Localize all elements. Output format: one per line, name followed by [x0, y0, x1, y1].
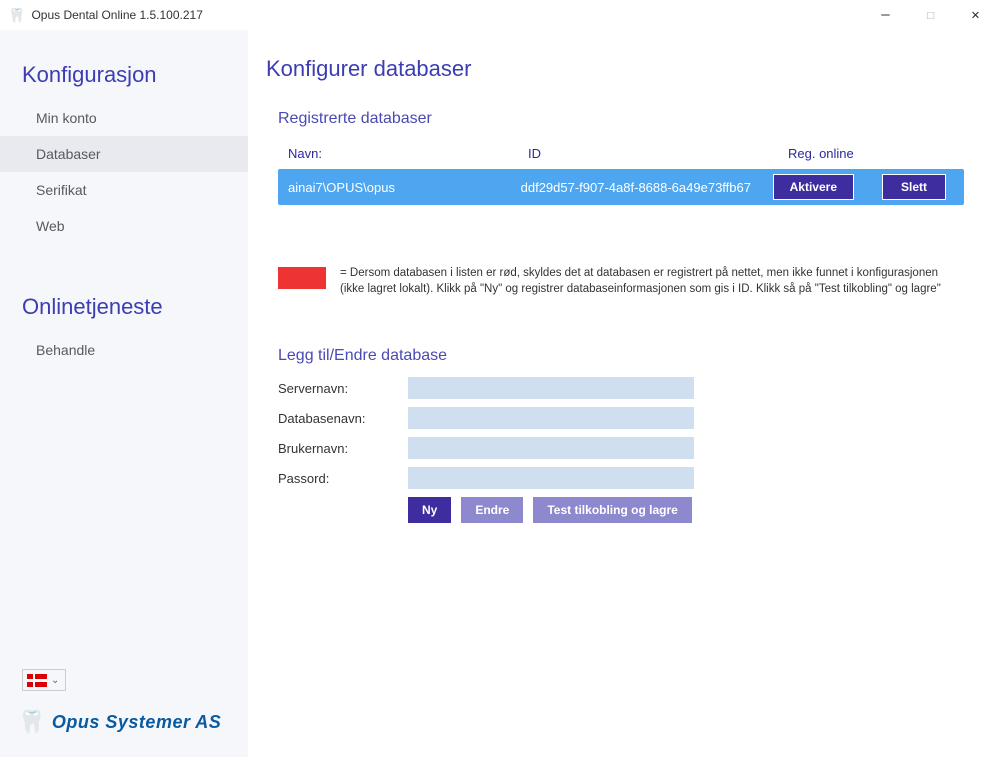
activate-button[interactable]: Aktivere: [773, 174, 854, 200]
sidebar-section-config: Konfigurasjon: [0, 52, 248, 100]
language-selector[interactable]: ⌄: [22, 669, 66, 691]
password-input[interactable]: [408, 467, 694, 489]
table-row[interactable]: ainai7\OPUS\opus ddf29d57-f907-4a8f-8688…: [278, 169, 964, 205]
flag-icon: [27, 674, 47, 687]
edit-button[interactable]: Endre: [461, 497, 523, 523]
row-id: ddf29d57-f907-4a8f-8688-6a49e73ffb67: [521, 180, 773, 195]
app-icon: 🦷: [8, 7, 25, 24]
main-content: Konfigurer databaser Registrerte databas…: [248, 30, 998, 757]
row-name: ainai7\OPUS\opus: [288, 180, 521, 195]
sidebar-item-account[interactable]: Min konto: [0, 100, 248, 136]
label-db: Databasenavn:: [278, 411, 408, 426]
legend-swatch: [278, 267, 326, 289]
page-title: Konfigurer databaser: [266, 56, 964, 82]
col-name: Navn:: [288, 146, 528, 161]
database-input[interactable]: [408, 407, 694, 429]
server-input[interactable]: [408, 377, 694, 399]
brand-icon: 🦷: [18, 709, 46, 735]
sidebar-item-web[interactable]: Web: [0, 208, 248, 244]
col-id: ID: [528, 146, 788, 161]
label-pass: Passord:: [278, 471, 408, 486]
maximize-button[interactable]: ☐: [908, 0, 953, 30]
delete-button[interactable]: Slett: [882, 174, 946, 200]
section-registered: Registrerte databaser: [278, 110, 964, 128]
username-input[interactable]: [408, 437, 694, 459]
database-form: Servernavn: Databasenavn: Brukernavn: Pa…: [278, 377, 964, 523]
label-user: Brukernavn:: [278, 441, 408, 456]
label-server: Servernavn:: [278, 381, 408, 396]
sidebar-section-online: Onlinetjeneste: [0, 284, 248, 332]
legend-text: = Dersom databasen i listen er rød, skyl…: [340, 265, 960, 297]
legend: = Dersom databasen i listen er rød, skyl…: [278, 265, 964, 297]
table-header: Navn: ID Reg. online: [278, 140, 964, 169]
sidebar-item-databases[interactable]: Databaser: [0, 136, 248, 172]
database-table: Navn: ID Reg. online ainai7\OPUS\opus dd…: [278, 140, 964, 205]
titlebar: 🦷 Opus Dental Online 1.5.100.217 — ☐ ✕: [0, 0, 998, 30]
new-button[interactable]: Ny: [408, 497, 451, 523]
col-reg: Reg. online: [788, 146, 954, 161]
brand-text: Opus Systemer AS: [52, 712, 221, 733]
section-edit: Legg til/Endre database: [278, 347, 964, 365]
sidebar-item-certificate[interactable]: Serifikat: [0, 172, 248, 208]
sidebar-item-behandle[interactable]: Behandle: [0, 332, 248, 368]
close-button[interactable]: ✕: [953, 0, 998, 30]
chevron-down-icon: ⌄: [51, 675, 59, 686]
minimize-button[interactable]: —: [863, 0, 908, 30]
window-title: Opus Dental Online 1.5.100.217: [31, 8, 202, 22]
sidebar: Konfigurasjon Min konto Databaser Serifi…: [0, 30, 248, 757]
test-save-button[interactable]: Test tilkobling og lagre: [533, 497, 691, 523]
brand-footer: 🦷 Opus Systemer AS: [0, 709, 248, 757]
